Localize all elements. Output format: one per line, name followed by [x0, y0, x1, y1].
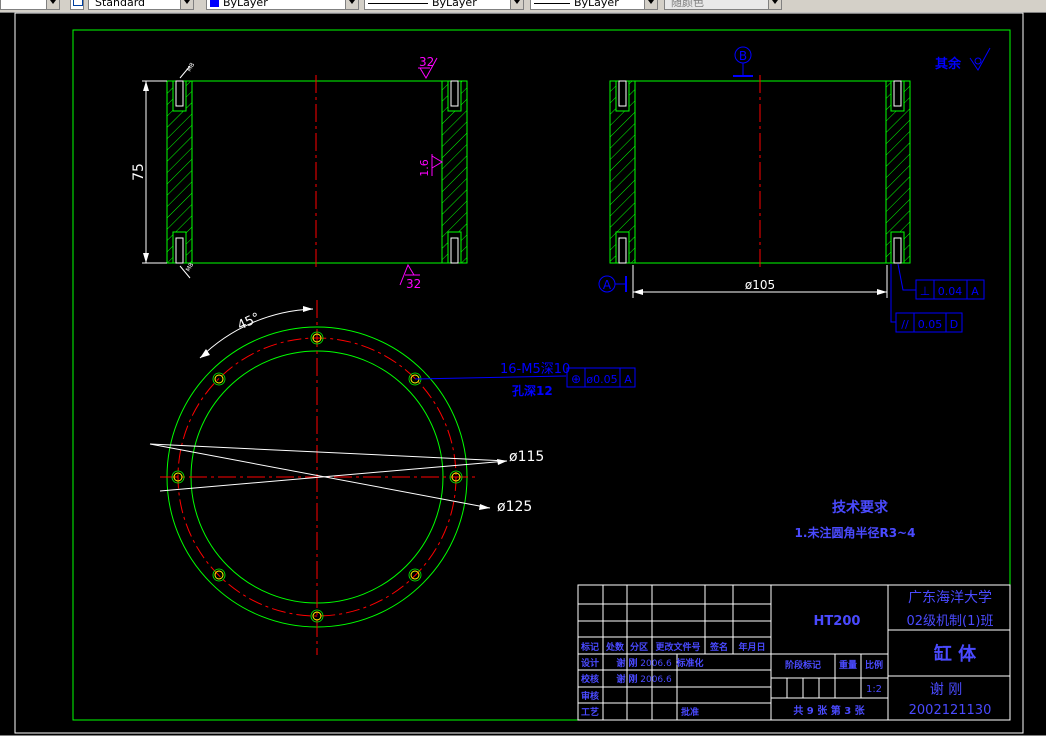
tb-r-approve: 批准 [681, 706, 699, 718]
tb-part-name: 缸 体 [934, 643, 977, 665]
tb-sheets-label: 共 9 张 第 3 张 [793, 704, 865, 717]
chevron-down-icon[interactable] [345, 0, 358, 9]
tb-h-mark: 标记 [580, 641, 599, 653]
dim-diameter-125: ø125 [497, 499, 532, 515]
hole-callout-line2: 孔深12 [512, 383, 553, 398]
roughness-side-value: 1.6 [418, 159, 431, 177]
tb-scale-value: 1:2 [866, 684, 882, 695]
tb-stage-label: 阶段标记 [785, 659, 821, 671]
lineweight-dropdown[interactable]: ByLayer [530, 0, 658, 10]
tol-pos-symbol: ⊕ [571, 372, 581, 386]
tb-material: HT200 [814, 614, 861, 629]
dim-m8-top: M8 [186, 62, 197, 73]
tb-h-count: 处数 [605, 641, 625, 653]
datum-a-label: A [603, 278, 612, 292]
tb-r-design-date: 2006.6 [640, 659, 672, 669]
chevron-down-icon[interactable] [46, 0, 59, 9]
tol-par-datum: D [950, 318, 958, 331]
drawing-canvas[interactable]: 75 M8 M8 32 1.6 32 B 其余 A ø105 ⊥ 0.04 A … [0, 12, 1046, 735]
tb-r-check-date: 2006.6 [640, 675, 672, 685]
tb-h-change-doc: 更改文件号 [655, 641, 700, 653]
tb-class: 02级机制(1)班 [907, 614, 994, 629]
text-style-value: Standard [95, 0, 146, 9]
circular-view: 45° 16-M5深10 孔深12 ⊕ ø0.05 A ø115 ø125 [149, 300, 636, 655]
tol-par-value: 0.05 [918, 318, 943, 331]
tb-weight-label: 重量 [839, 659, 857, 671]
tb-r-design: 设计 [581, 657, 599, 669]
tb-r-design-name: 谢 刚 [616, 657, 637, 669]
tb-h-date: 年月日 [738, 641, 765, 653]
tb-school: 广东海洋大学 [908, 590, 992, 606]
color-value: ByLayer [223, 0, 268, 9]
roughness-top-value: 32 [419, 55, 434, 69]
tb-r-check-name: 谢 刚 [616, 673, 637, 685]
linetype-value: ByLayer [432, 0, 477, 9]
left-section-view: 75 M8 M8 32 1.6 32 [131, 55, 468, 291]
dim-height-75: 75 [131, 163, 147, 181]
roughness-side-icon [431, 154, 443, 176]
color-dropdown[interactable]: ByLayer [206, 0, 359, 10]
tb-scale-label: 比例 [865, 659, 883, 671]
linetype-sample-icon [368, 2, 428, 4]
layer-dropdown-stub[interactable] [0, 0, 60, 10]
tb-r-check: 校核 [581, 673, 599, 685]
tech-req-item1: 1.未注圆角半径R3~4 [795, 525, 916, 540]
rest-roughness-label: 其余 [935, 56, 962, 72]
tb-r-review: 审核 [581, 690, 599, 702]
tb-h-sign: 签名 [709, 641, 728, 653]
right-section-view: B 其余 A ø105 ⊥ 0.04 A // 0.05 D [598, 46, 991, 333]
tol-perp-symbol: ⊥ [920, 284, 930, 298]
tb-student-id: 2002121130 [909, 703, 992, 718]
chevron-down-icon[interactable] [644, 0, 657, 9]
dim-angle-45: 45° [235, 310, 262, 333]
roughness-bottom-value: 32 [406, 277, 421, 291]
tb-r-std: 标准化 [675, 657, 703, 669]
linetype-dropdown[interactable]: ByLayer [364, 0, 524, 10]
dim-diameter-105: ø105 [745, 278, 775, 292]
tb-h-zone: 分区 [630, 641, 648, 653]
datum-b-label: B [739, 49, 747, 63]
hole-callout-line1: 16-M5深10 [500, 362, 570, 377]
chevron-down-icon[interactable] [768, 0, 781, 9]
lineweight-sample-icon [534, 2, 570, 4]
tech-req-title: 技术要求 [832, 499, 889, 516]
chevron-down-icon[interactable] [180, 0, 193, 9]
tol-pos-datum: A [624, 373, 632, 386]
dim-diameter-115: ø115 [509, 449, 544, 465]
tol-pos-value: ø0.05 [586, 373, 617, 386]
plotstyle-dropdown[interactable]: 随颜色 [664, 0, 782, 10]
tb-designer-name: 谢 刚 [930, 682, 962, 698]
chevron-down-icon[interactable] [510, 0, 523, 9]
tb-r-process: 工艺 [581, 706, 599, 718]
text-style-dropdown[interactable]: Standard [88, 0, 194, 10]
text-style-icon[interactable] [70, 0, 84, 10]
plotstyle-value: 随颜色 [671, 0, 704, 9]
lineweight-value: ByLayer [574, 0, 619, 9]
tol-perp-value: 0.04 [938, 285, 963, 298]
color-swatch-icon [210, 0, 219, 7]
tol-perp-datum: A [971, 285, 979, 298]
tol-par-symbol: // [901, 318, 909, 331]
rest-roughness-icon [969, 47, 991, 71]
